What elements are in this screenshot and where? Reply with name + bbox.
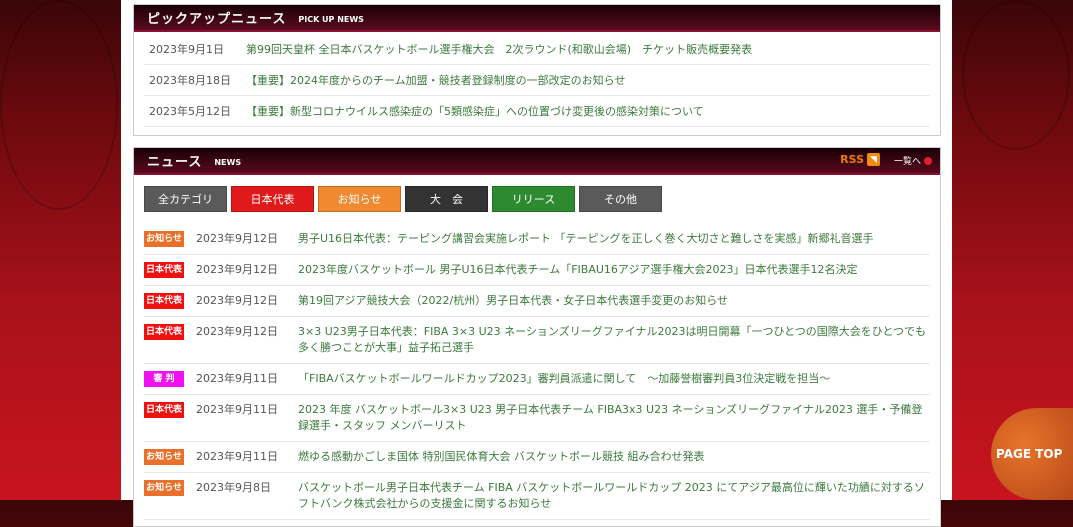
pickup-link[interactable]: 第99回天皇杯 全日本バスケットボール選手権大会 2次ラウンド(和歌山会場) チ…: [246, 41, 752, 57]
pickup-subtitle: PICK UP NEWS: [298, 14, 364, 24]
news-date: 2023年9月11日: [196, 450, 278, 463]
page-top-button[interactable]: PAGE TOP: [991, 408, 1073, 500]
filter-button[interactable]: 日本代表: [231, 186, 314, 212]
category-badge: 日本代表: [144, 293, 184, 309]
news-date: 2023年9月8日: [196, 481, 271, 494]
news-item: お知らせ 2023年9月12日 男子U16日本代表：テーピング講習会実施レポート 「…: [144, 224, 930, 255]
news-title: ニュース: [147, 155, 203, 170]
news-date: 2023年9月12日: [196, 294, 278, 307]
news-date: 2023年9月11日: [196, 403, 278, 416]
basketball-decoration: [962, 0, 1070, 150]
news-header: ニュース NEWS RSS ◥ 一覧へ: [134, 148, 940, 175]
pickup-date: 2023年9月1日: [149, 43, 224, 56]
pickup-news-section: ピックアップニュース PICK UP NEWS 2023年9月1日 第99回天皇杯…: [133, 4, 941, 136]
pickup-title: ピックアップニュース: [147, 12, 287, 27]
news-link[interactable]: 2023年度バスケットボール 男子U16日本代表チーム「FIBAU16アジア選手…: [298, 262, 857, 278]
page-top-label: PAGE TOP: [996, 447, 1063, 461]
main-content: ピックアップニュース PICK UP NEWS 2023年9月1日 第99回天皇杯…: [121, 0, 952, 527]
filter-button[interactable]: 全カテゴリ: [144, 186, 227, 212]
pickup-item: 2023年8月18日 【重要】2024年度からのチーム加盟・競技者登録制度の一部改…: [144, 65, 930, 96]
news-link[interactable]: 燃ゆる感動かごしま国体 特別国民体育大会 バスケットボール競技 組み合わせ発表: [298, 449, 705, 465]
news-date: 2023年9月11日: [196, 372, 278, 385]
news-date: 2023年9月12日: [196, 325, 278, 338]
pickup-link[interactable]: 【重要】2024年度からのチーム加盟・競技者登録制度の一部改定のお知らせ: [246, 72, 625, 88]
news-item: 日本代表 2023年9月12日 第19回アジア競技大会（2022/杭州）男子日本代表…: [144, 286, 930, 317]
rss-icon: ◥: [867, 153, 880, 166]
category-badge: 日本代表: [144, 324, 184, 340]
basketball-decoration: [0, 0, 118, 210]
category-badge: お知らせ: [144, 231, 184, 247]
pickup-header: ピックアップニュース PICK UP NEWS: [134, 5, 940, 32]
filter-button[interactable]: お知らせ: [318, 186, 401, 212]
news-list-link[interactable]: 一覧へ: [894, 154, 932, 167]
news-item: 日本代表 2023年9月12日 3×3 U23男子日本代表：FIBA 3×3 U23…: [144, 317, 930, 364]
news-subtitle: NEWS: [214, 157, 242, 167]
news-link[interactable]: 「FIBAバスケットボールワールドカップ2023」審判員派遣に関して ～加藤誉樹…: [298, 371, 830, 387]
news-link[interactable]: 第19回アジア競技大会（2022/杭州）男子日本代表・女子日本代表選手変更のお知…: [298, 293, 728, 309]
category-filters: 全カテゴリ 日本代表 お知らせ大 会リリース その他: [134, 175, 940, 224]
news-section: ニュース NEWS RSS ◥ 一覧へ 全カテゴリ 日本代表 お知らせ大 会リリースそ…: [133, 147, 941, 527]
pickup-link[interactable]: 【重要】新型コロナウイルス感染症の「5類感染症」への位置づけ変更後の感染対策につ…: [246, 103, 704, 119]
category-badge: 日本代表: [144, 402, 184, 418]
filter-button[interactable]: 大 会: [405, 186, 488, 212]
news-date: 2023年9月12日: [196, 232, 278, 245]
pickup-item: 2023年9月1日 第99回天皇杯 全日本バスケットボール選手権大会 2次ラウンド…: [144, 34, 930, 65]
arrow-circle-icon: [924, 156, 932, 165]
pickup-item: 2023年5月12日 【重要】新型コロナウイルス感染症の「5類感染症」への位置づけ…: [144, 96, 930, 127]
news-item: 審 判 2023年9月11日 「FIBAバスケットボールワールドカップ2023」審判…: [144, 364, 930, 395]
news-link[interactable]: 3×3 U23男子日本代表：FIBA 3×3 U23 ネーションズリーグファイナ…: [298, 324, 930, 356]
category-badge: お知らせ: [144, 480, 184, 496]
news-item: 日本代表 2023年9月11日 2023 年度 バスケットボール3×3 U23 男子…: [144, 395, 930, 442]
news-link[interactable]: 2023 年度 バスケットボール3×3 U23 男子日本代表チーム FIBA3x…: [298, 402, 930, 434]
news-item: 日本代表 2023年9月12日 2023年度バスケットボール 男子U16日本代表チー…: [144, 255, 930, 286]
rss-link[interactable]: RSS ◥: [840, 153, 880, 166]
category-badge: お知らせ: [144, 449, 184, 465]
more-label: 一覧へ: [893, 157, 921, 167]
news-link[interactable]: 男子U16日本代表：テーピング講習会実施レポート 「テーピングを正しく巻く大切さ…: [298, 231, 874, 247]
filter-button[interactable]: リリース: [492, 186, 575, 212]
pickup-date: 2023年5月12日: [149, 105, 231, 118]
news-link[interactable]: バスケットボール男子日本代表チーム FIBA バスケットボールワールドカップ 2…: [298, 480, 930, 512]
filter-button[interactable]: その他: [579, 186, 662, 212]
rss-label: RSS: [840, 153, 864, 166]
news-item: お知らせ 2023年9月8日 バスケットボール男子日本代表チーム FIBA バスケッ…: [144, 473, 930, 520]
pickup-date: 2023年8月18日: [149, 74, 231, 87]
news-item: お知らせ 2023年9月11日 燃ゆる感動かごしま国体 特別国民体育大会 バスケット…: [144, 442, 930, 473]
category-badge: 審 判: [144, 371, 184, 387]
news-date: 2023年9月12日: [196, 263, 278, 276]
category-badge: 日本代表: [144, 262, 184, 278]
